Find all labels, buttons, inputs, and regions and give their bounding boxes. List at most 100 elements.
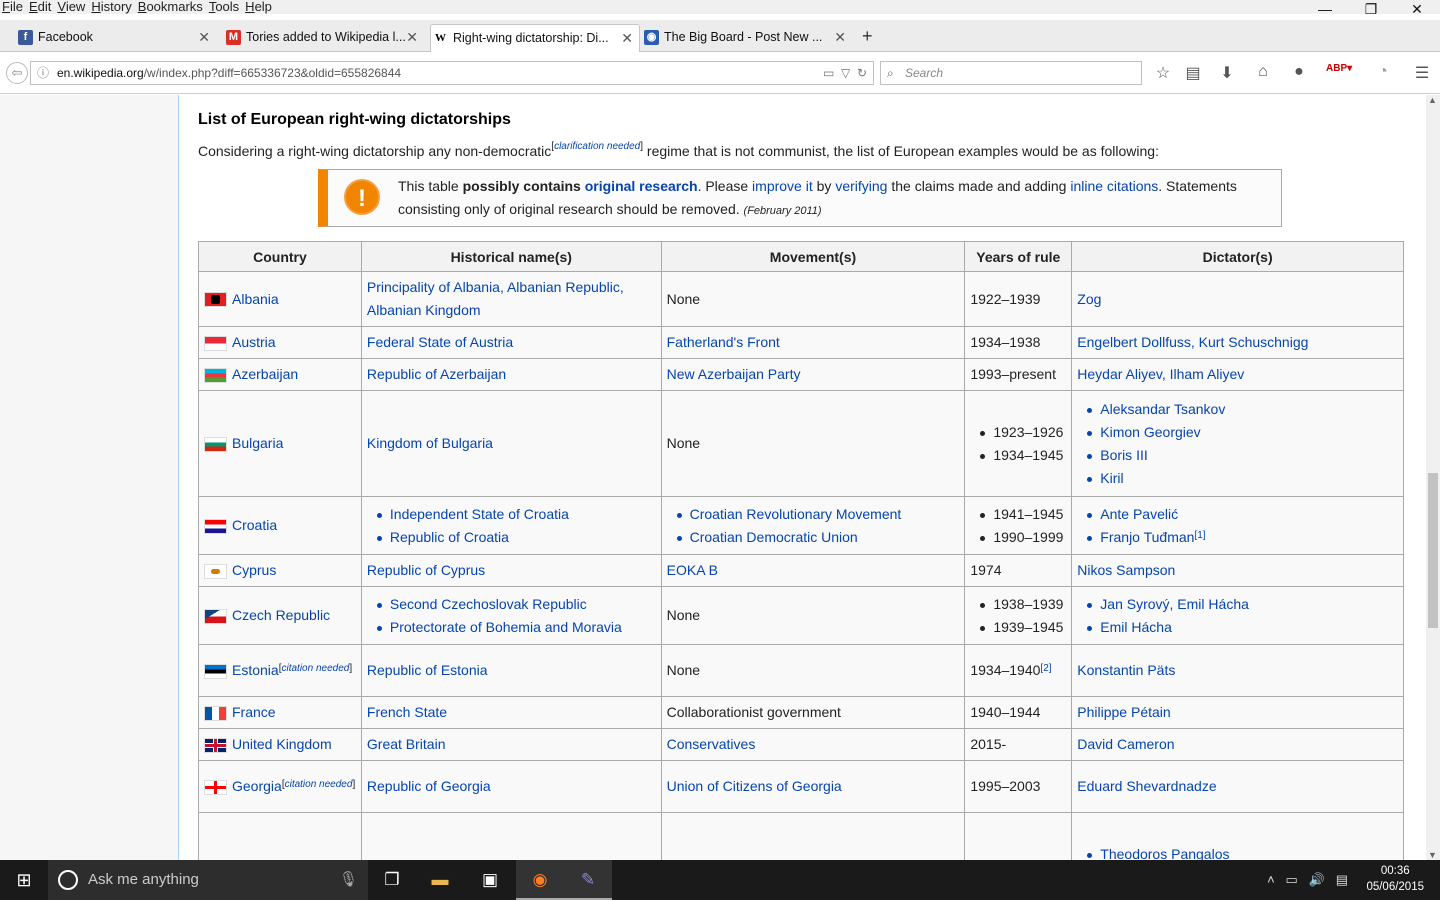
menu-edit[interactable]: Edit (27, 0, 55, 14)
dictator-item[interactable]: Theodoros Pangalos (1087, 843, 1398, 860)
movement-link[interactable]: Union of Citizens of Georgia (667, 778, 842, 794)
dictator-link[interactable]: Heydar Aliyev, Ilham Aliyev (1077, 366, 1244, 382)
dictator-link[interactable]: Engelbert Dollfuss, Kurt Schuschnigg (1077, 334, 1308, 350)
dictator-link[interactable]: Nikos Sampson (1077, 562, 1175, 578)
country-link[interactable]: Croatia (232, 517, 277, 533)
new-tab-button[interactable]: + (862, 26, 873, 47)
country-link[interactable]: Azerbaijan (232, 366, 298, 382)
improve-it-link[interactable]: improve it (752, 178, 813, 194)
dictator-link[interactable]: Emil Hácha (1100, 619, 1172, 635)
tab-close-icon[interactable]: ✕ (406, 24, 418, 50)
country-link[interactable]: Austria (232, 334, 276, 350)
movement-item[interactable]: Croatian Revolutionary Movement (676, 503, 960, 526)
historical-name-link[interactable]: Republic of Georgia (367, 778, 491, 794)
dictator-link[interactable]: Theodoros Pangalos (1100, 846, 1229, 860)
country-link[interactable]: Georgia (232, 778, 282, 794)
movement-link[interactable]: Fatherland's Front (667, 334, 780, 350)
country-link[interactable]: Albania (232, 291, 279, 307)
browser-tab[interactable]: ◉ The Big Board - Post New ... ✕ (642, 24, 852, 52)
dictator-item[interactable]: Aleksandar Tsankov (1087, 398, 1398, 421)
dictator-item[interactable]: Kiril (1087, 467, 1398, 490)
country-link[interactable]: Estonia (232, 662, 279, 678)
reload-icon[interactable]: ↻ (857, 66, 867, 80)
dictator-item[interactable]: Boris III (1087, 444, 1398, 467)
historical-name-item[interactable]: Independent State of Croatia (376, 503, 656, 526)
tab-close-icon[interactable]: ✕ (198, 24, 210, 50)
start-button[interactable]: ⊞ (0, 860, 48, 900)
firefox-icon[interactable]: ◉ (516, 860, 564, 900)
cortana-search[interactable]: Ask me anything 🎙 (48, 860, 368, 900)
historical-name-link[interactable]: Kingdom of Bulgaria (367, 435, 493, 451)
reader-view-icon[interactable]: ▭ (823, 66, 834, 80)
tab-close-icon[interactable]: ✕ (834, 24, 846, 50)
historical-name-item[interactable]: Second Czechoslovak Republic (376, 593, 656, 616)
menu-file[interactable]: File (0, 0, 27, 14)
movement-link[interactable]: Conservatives (667, 736, 756, 752)
historical-name-link[interactable]: Protectorate of Bohemia and Moravia (390, 619, 622, 635)
file-explorer-icon[interactable]: ▬ (416, 860, 464, 900)
inline-citations-link[interactable]: inline citations (1070, 178, 1158, 194)
country-link[interactable]: Cyprus (232, 562, 276, 578)
country-link[interactable]: Czech Republic (232, 607, 330, 623)
minimize-button[interactable]: — (1302, 0, 1348, 20)
url-bar[interactable]: ⓘ en.wikipedia.org/w/index.php?diff=6653… (30, 61, 874, 85)
historical-name-link[interactable]: Republic of Cyprus (367, 562, 485, 578)
menu-view[interactable]: View (55, 0, 89, 14)
dropdown-arrow-icon[interactable]: ▽ (841, 66, 850, 80)
scroll-down-icon[interactable]: ▼ (1428, 850, 1437, 860)
paint-icon[interactable]: ✎ (564, 860, 612, 900)
movement-link[interactable]: EOKA B (667, 562, 718, 578)
historical-name-link[interactable]: Great Britain (367, 736, 446, 752)
dictator-link[interactable]: Aleksandar Tsankov (1100, 401, 1225, 417)
dictator-link[interactable]: Boris III (1100, 447, 1147, 463)
hamburger-menu-icon[interactable]: ☰ (1411, 63, 1433, 83)
historical-name-link[interactable]: Second Czechoslovak Republic (390, 596, 587, 612)
reference-sup[interactable]: [1] (1194, 530, 1205, 541)
task-view-icon[interactable]: ❐ (368, 860, 416, 900)
dictator-item[interactable]: Jan Syrový, Emil Hácha (1087, 593, 1398, 616)
historical-name-link[interactable]: Republic of Azerbaijan (367, 366, 506, 382)
citation-needed-sup[interactable]: [citation needed] (282, 779, 355, 790)
scroll-up-icon[interactable]: ▲ (1428, 95, 1437, 105)
movement-link[interactable]: Croatian Revolutionary Movement (690, 506, 902, 522)
dictator-link[interactable]: Kiril (1100, 470, 1123, 486)
dictator-item[interactable]: Ante Pavelić (1087, 503, 1398, 526)
reference-sup[interactable]: [2] (1040, 663, 1051, 674)
volume-icon[interactable]: 🔊 (1309, 872, 1325, 887)
menu-tools[interactable]: Tools (207, 0, 243, 14)
country-link[interactable]: France (232, 704, 276, 720)
movement-item[interactable]: Croatian Democratic Union (676, 526, 960, 549)
dictator-link[interactable]: Eduard Shevardnadze (1077, 778, 1216, 794)
microphone-icon[interactable]: 🎙 (339, 860, 358, 900)
dictator-link[interactable]: David Cameron (1077, 736, 1174, 752)
addon-off-icon[interactable]: ◔ (1372, 63, 1394, 81)
verifying-link[interactable]: verifying (835, 178, 887, 194)
dictator-link[interactable]: Zog (1077, 291, 1101, 307)
country-link[interactable]: Bulgaria (232, 435, 283, 451)
tab-close-icon[interactable]: ✕ (621, 25, 633, 51)
browser-tab[interactable]: f Facebook ✕ (16, 24, 216, 52)
dictator-item[interactable]: Kimon Georgiev (1087, 421, 1398, 444)
historical-name-item[interactable]: Protectorate of Bohemia and Moravia (376, 616, 656, 639)
menu-history[interactable]: History (89, 0, 135, 14)
historical-name-link[interactable]: Republic of Estonia (367, 662, 488, 678)
store-icon[interactable]: ▣ (466, 860, 514, 900)
historical-name-link[interactable]: Independent State of Croatia (390, 506, 569, 522)
dictator-item[interactable]: Franjo Tuđman[1] (1087, 526, 1398, 549)
browser-tab[interactable]: M Tories added to Wikipedia l... ✕ (224, 24, 424, 52)
dictator-link[interactable]: Ante Pavelić (1100, 506, 1178, 522)
close-window-button[interactable]: ✕ (1394, 0, 1440, 20)
movement-link[interactable]: New Azerbaijan Party (667, 366, 801, 382)
adblock-icon[interactable]: ABP▾ (1326, 63, 1352, 74)
bookmark-star-icon[interactable]: ☆ (1152, 63, 1174, 83)
dictator-item[interactable]: Emil Hácha (1087, 616, 1398, 639)
chat-icon[interactable]: ● (1288, 63, 1310, 81)
browser-tab[interactable]: W Right-wing dictatorship: Di... ✕ (430, 24, 640, 52)
clarification-needed-link[interactable]: clarification needed (554, 141, 640, 152)
historical-name-link[interactable]: Federal State of Austria (367, 334, 513, 350)
dictator-link[interactable]: Franjo Tuđman (1100, 529, 1194, 545)
movement-link[interactable]: Croatian Democratic Union (690, 529, 858, 545)
original-research-link[interactable]: original research (585, 178, 698, 194)
citation-needed-sup[interactable]: [citation needed] (279, 663, 352, 674)
menu-help[interactable]: Help (243, 0, 276, 14)
